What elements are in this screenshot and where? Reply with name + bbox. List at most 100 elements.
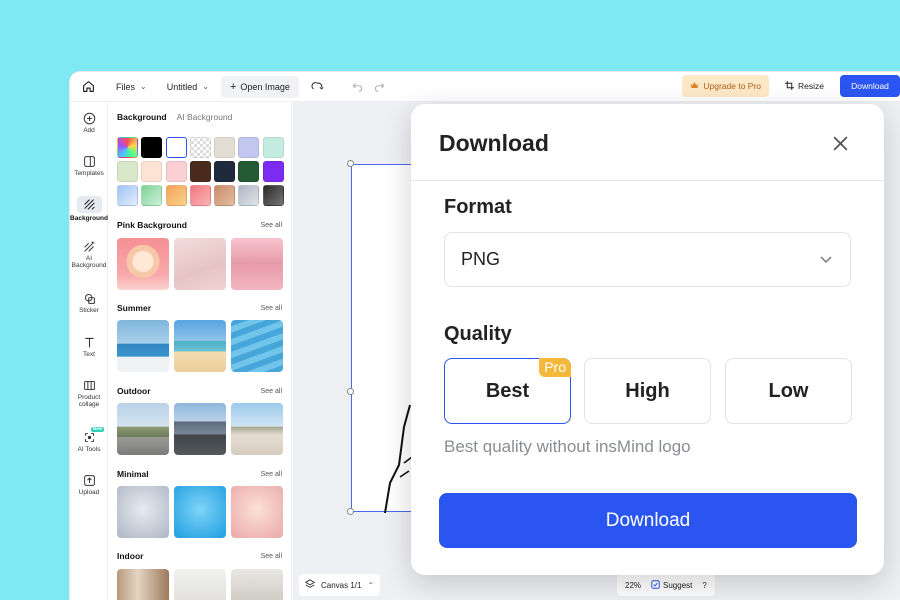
background-thumbnail[interactable] [174, 403, 226, 455]
rail-item-add[interactable]: Add [70, 112, 108, 135]
indoor-thumbnails [117, 569, 283, 600]
document-name-menu[interactable]: Untitled ⌄ [167, 82, 209, 92]
resize-handle-bottom-left[interactable] [347, 508, 354, 515]
see-all-link[interactable]: See all [261, 388, 282, 395]
rail-item-upload[interactable]: Upload [70, 474, 108, 497]
top-toolbar: Files ⌄ Untitled ⌄ + Open Image Upgrade … [70, 72, 900, 102]
rail-item-ai-background[interactable]: AI Background [70, 240, 108, 270]
quality-option-label: Best [485, 379, 530, 402]
dialog-title: Download [439, 130, 549, 156]
resize-handle-top-left[interactable] [347, 160, 354, 167]
summer-thumbnails [117, 320, 283, 372]
redo-icon[interactable] [373, 80, 387, 94]
swatch-dark-green[interactable] [238, 161, 260, 182]
swatch-lavender[interactable] [238, 137, 260, 158]
background-thumbnail[interactable] [117, 320, 169, 372]
pages-label[interactable]: Canvas 1/1 [321, 581, 361, 590]
see-all-link[interactable]: See all [261, 471, 282, 478]
swatch-transparent[interactable] [189, 137, 211, 158]
rail-item-label: Text [83, 351, 95, 358]
quality-option-low[interactable]: Low [725, 358, 852, 424]
swatch-brown[interactable] [189, 161, 211, 182]
suggest-button[interactable]: Suggest [651, 579, 693, 591]
background-thumbnail[interactable] [174, 569, 226, 600]
swatch-white[interactable] [165, 137, 187, 158]
rail-item-background[interactable]: Background [70, 196, 108, 223]
rail-item-product-collage[interactable]: Product collage [70, 379, 108, 409]
swatch-rainbow[interactable] [117, 137, 138, 158]
swatch-pale-green[interactable] [117, 161, 138, 182]
quality-option-high[interactable]: High [584, 358, 711, 424]
collage-icon [70, 379, 108, 392]
background-thumbnail[interactable] [174, 238, 226, 290]
new-badge: New [91, 426, 105, 432]
dialog-download-button[interactable]: Download [439, 493, 857, 548]
rail-item-label: Sticker [79, 307, 99, 314]
swatch-peach[interactable] [141, 161, 163, 182]
see-all-link[interactable]: See all [261, 222, 282, 229]
crown-icon [690, 81, 699, 91]
quality-option-best[interactable]: Best Pro [444, 358, 571, 424]
background-thumbnail[interactable] [117, 569, 169, 600]
background-thumbnail[interactable] [231, 486, 283, 538]
swatch-tan-gradient[interactable] [214, 185, 236, 206]
resize-label: Resize [798, 81, 824, 91]
chevron-down-icon: ⌄ [140, 82, 147, 91]
rail-item-label: Templates [74, 170, 104, 177]
upgrade-button[interactable]: Upgrade to Pro [682, 75, 770, 97]
see-all-link[interactable]: See all [261, 553, 282, 560]
swatch-blue-gradient[interactable] [117, 185, 138, 206]
background-thumbnail[interactable] [117, 486, 169, 538]
rail-item-ai-tools[interactable]: New AI Tools [70, 426, 108, 454]
rail-item-label: Product collage [77, 394, 101, 408]
background-thumbnail[interactable] [231, 238, 283, 290]
templates-icon [70, 155, 108, 168]
toolbar-right-group: Upgrade to Pro Resize Download [682, 75, 900, 97]
layers-icon[interactable] [304, 579, 316, 591]
resize-handle-left[interactable] [347, 388, 354, 395]
background-thumbnail[interactable] [117, 238, 169, 290]
swatch-grey-gradient[interactable] [238, 185, 260, 206]
background-thumbnail[interactable] [174, 320, 226, 372]
rail-item-templates[interactable]: Templates [70, 155, 108, 178]
download-button[interactable]: Download [840, 75, 900, 97]
quality-label: Quality [444, 323, 512, 345]
see-all-link[interactable]: See all [261, 305, 282, 312]
background-thumbnail[interactable] [117, 403, 169, 455]
chevron-up-icon[interactable]: ⌃ [367, 581, 374, 590]
swatch-green-gradient[interactable] [141, 185, 163, 206]
background-thumbnail[interactable] [231, 569, 283, 600]
swatch-red-gradient[interactable] [189, 185, 211, 206]
minimal-thumbnails [117, 486, 283, 538]
rail-item-text[interactable]: Text [70, 336, 108, 359]
swatch-navy[interactable] [214, 161, 236, 182]
resize-button[interactable]: Resize [777, 75, 832, 97]
open-image-button[interactable]: + Open Image [220, 75, 299, 98]
help-button[interactable]: ? [702, 581, 706, 590]
cloud-sync-icon[interactable] [311, 80, 325, 94]
rail-item-label: Background [70, 215, 108, 222]
format-select[interactable]: PNG [444, 232, 851, 287]
background-thumbnail[interactable] [231, 320, 283, 372]
swatch-mint[interactable] [262, 137, 284, 158]
swatch-dark-gradient[interactable] [262, 185, 284, 206]
swatch-orange-gradient[interactable] [165, 185, 187, 206]
tab-background[interactable]: Background [117, 112, 167, 122]
close-icon[interactable] [830, 133, 850, 153]
rail-item-sticker[interactable]: Sticker [70, 292, 108, 315]
home-icon[interactable] [80, 79, 96, 95]
background-icon [70, 196, 108, 213]
ai-background-icon [70, 240, 108, 253]
zoom-level[interactable]: 22% [625, 581, 641, 590]
suggest-label: Suggest [663, 580, 693, 590]
swatch-purple[interactable] [262, 161, 284, 182]
plus-icon: + [229, 80, 237, 93]
swatch-pink[interactable] [165, 161, 187, 182]
files-menu[interactable]: Files ⌄ [116, 82, 147, 92]
undo-icon[interactable] [351, 80, 365, 94]
swatch-beige[interactable] [214, 137, 236, 158]
swatch-black[interactable] [141, 137, 163, 158]
tab-ai-background[interactable]: AI Background [177, 112, 233, 122]
background-thumbnail[interactable] [174, 486, 226, 538]
background-thumbnail[interactable] [231, 403, 283, 455]
